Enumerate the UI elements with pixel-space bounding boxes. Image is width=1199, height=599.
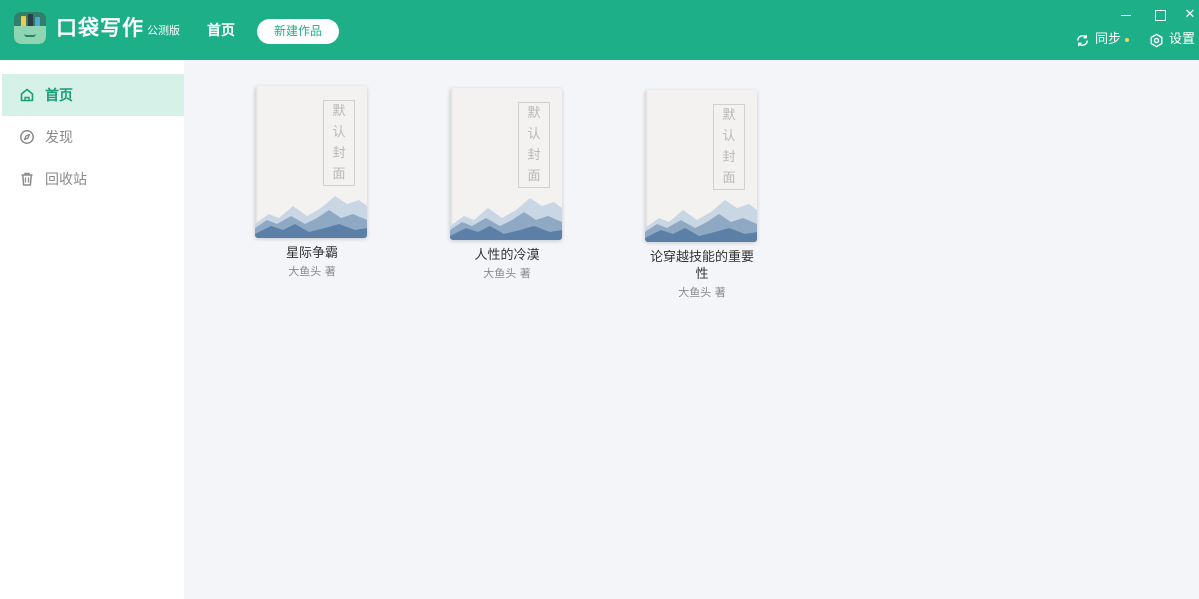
sync-button[interactable]: 同步 xyxy=(1075,31,1130,49)
app-title: 口袋写作 xyxy=(56,15,144,40)
new-work-button[interactable]: 新建作品 xyxy=(257,19,339,44)
mountain-illustration-icon xyxy=(645,200,757,242)
sidebar-item-home[interactable]: 首页 xyxy=(2,74,184,116)
trash-icon xyxy=(21,172,33,186)
sidebar-item-label: 回收站 xyxy=(45,172,87,188)
maximize-icon[interactable] xyxy=(1150,6,1170,24)
book-title: 星际争霸 xyxy=(285,246,338,261)
cover-label: 默 认 封 面 xyxy=(713,104,745,190)
book-title: 论穿越技能的重要性 xyxy=(649,250,754,282)
sidebar-item-discover[interactable]: 发现 xyxy=(2,116,184,158)
book-cover[interactable]: 默 认 封 面 xyxy=(255,86,367,238)
sidebar-item-trash[interactable]: 回收站 xyxy=(2,158,184,200)
mountain-illustration-icon xyxy=(450,198,562,240)
compass-icon xyxy=(20,130,34,144)
sync-status-dot xyxy=(1125,38,1130,42)
gear-icon xyxy=(1150,33,1163,47)
book-card[interactable]: 默 认 封 面 人性的冷漠 大鱼头 著 xyxy=(441,88,573,281)
title-bar: 口袋写作 公测版 首页 新建作品 ✕ 同步 设置 xyxy=(0,0,1199,60)
sidebar-item-label: 发现 xyxy=(45,130,73,146)
app-logo-icon xyxy=(14,12,46,44)
cover-label: 默 认 封 面 xyxy=(323,100,355,186)
book-author: 大鱼头 著 xyxy=(288,265,336,278)
settings-button[interactable]: 设置 xyxy=(1149,31,1195,49)
settings-label: 设置 xyxy=(1169,32,1196,47)
sidebar-item-label: 首页 xyxy=(45,88,73,104)
sync-icon xyxy=(1077,34,1088,46)
book-author: 大鱼头 著 xyxy=(483,267,531,280)
book-author: 大鱼头 著 xyxy=(678,286,726,299)
sidebar: 首页 发现 回收站 xyxy=(0,60,184,599)
app-badge: 公测版 xyxy=(147,24,180,37)
home-icon xyxy=(20,88,34,102)
nav-home-link[interactable]: 首页 xyxy=(207,21,235,41)
book-title: 人性的冷漠 xyxy=(474,248,540,263)
minimize-icon[interactable] xyxy=(1116,6,1136,24)
main-content: 默 认 封 面 星际争霸 大鱼头 著 默 认 封 面 人性的冷漠 大鱼头 著 默… xyxy=(184,60,1199,599)
mountain-illustration-icon xyxy=(255,196,367,238)
book-card[interactable]: 默 认 封 面 星际争霸 大鱼头 著 xyxy=(246,86,378,279)
book-card[interactable]: 默 认 封 面 论穿越技能的重要性 大鱼头 著 xyxy=(636,90,768,300)
book-cover[interactable]: 默 认 封 面 xyxy=(645,90,757,242)
book-cover[interactable]: 默 认 封 面 xyxy=(450,88,562,240)
cover-label: 默 认 封 面 xyxy=(518,102,550,188)
close-icon[interactable]: ✕ xyxy=(1180,6,1199,24)
sync-label: 同步 xyxy=(1095,32,1122,47)
